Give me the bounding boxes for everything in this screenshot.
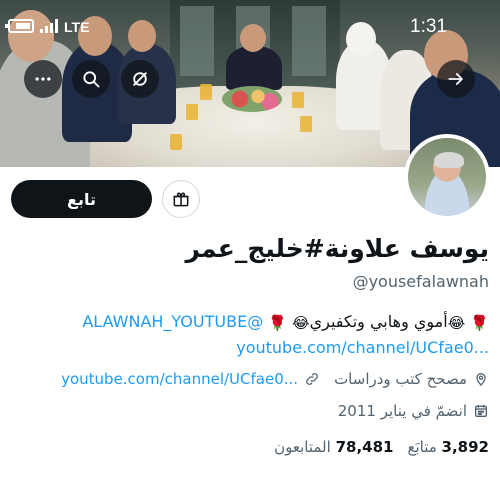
banner-glass [200,84,212,100]
banner-flowers [222,86,282,112]
laughing-emoji: 😂 [447,313,466,332]
laughing-emoji: 😂 [292,313,310,332]
network-label: LTE [64,19,90,35]
gift-button[interactable] [162,180,200,218]
following-count: 3,892 [441,438,489,456]
status-bar: LTE 1:31 [0,14,500,38]
joined-row: انضمّ في يناير 2011 [338,402,489,420]
no-notification-icon [133,72,147,86]
follow-button[interactable]: تابع [11,180,152,218]
search-icon [83,71,100,88]
search-button[interactable] [72,60,110,98]
signal-icon [40,19,58,33]
arrow-right-icon [448,73,463,85]
user-handle: @yousefalawnah [352,272,489,291]
banner-glass [292,92,304,108]
banner-person [226,46,282,90]
link-icon [306,373,318,385]
gift-icon [173,192,189,207]
clock: 1:31 [410,16,447,37]
bio-mention-link[interactable]: @ALAWNAH_YOUTUBE [82,312,263,331]
display-name: يوسف علاونة#خليج_عمر [185,234,489,263]
banner-glass [170,134,182,150]
followers-link[interactable]: 78,481 المتابعون [274,438,393,456]
follow-stats: 3,892 متابَع 78,481 المتابعون [274,438,489,456]
back-button[interactable] [437,60,475,98]
avatar-hair [434,152,464,168]
bio-line-1: 🌹 😂أموي وهابي وتكفيري😂 🌹 @ALAWNAH_YOUTUB… [82,312,489,332]
following-label: متابَع [407,438,437,456]
calendar-icon [475,405,487,417]
profile-meta-row: مصحح كتب ودراسات youtube.com/channel/UCf… [61,370,489,388]
mute-button[interactable] [121,60,159,98]
more-button[interactable] [24,60,62,98]
avatar[interactable] [404,134,490,220]
website-link[interactable]: youtube.com/channel/UCfae0... [61,370,298,388]
banner-glass [186,104,198,120]
more-icon [35,77,51,81]
followers-count: 78,481 [335,438,394,456]
bio-url-link[interactable]: youtube.com/channel/UCfae0... [236,338,489,357]
battery-icon [5,19,34,33]
banner-glass [300,116,312,132]
rose-emoji: 🌹 [470,313,489,332]
location-text: مصحح كتب ودراسات [334,370,467,388]
joined-text: انضمّ في يناير 2011 [337,402,467,420]
followers-label: المتابعون [274,438,331,456]
location-icon [476,373,486,386]
rose-emoji: 🌹 [268,313,287,332]
following-link[interactable]: 3,892 متابَع [407,438,489,456]
bio-text: أموي وهابي وتكفيري [309,312,448,331]
